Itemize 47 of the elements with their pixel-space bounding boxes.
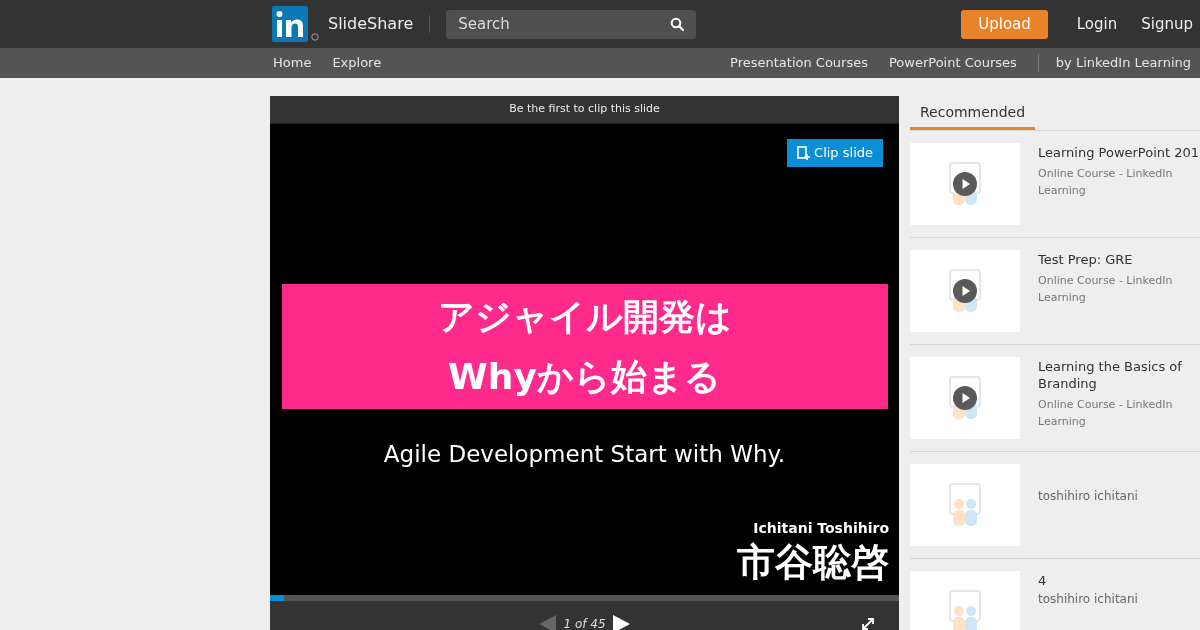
- recommendation-item[interactable]: toshihiro ichitani: [910, 452, 1200, 559]
- item-subtitle: Online Course - LinkedIn Learning: [1038, 166, 1174, 199]
- recommendation-item[interactable]: Learning the Basics of Branding Online Course - LinkedIn Learning: [910, 345, 1200, 452]
- slide-title: アジャイル開発は: [437, 294, 732, 339]
- progress-track[interactable]: [270, 595, 899, 601]
- next-icon[interactable]: [611, 615, 630, 630]
- thumbnail[interactable]: [910, 143, 1020, 225]
- slide-subtitle: Agile Development Start with Why.: [383, 440, 786, 469]
- item-title[interactable]: Learning PowerPoint 201: [1038, 144, 1200, 161]
- brand-name[interactable]: SlideShare: [328, 12, 414, 36]
- play-icon[interactable]: [953, 386, 977, 410]
- slide-counter: 1 of 45: [563, 616, 606, 630]
- nav-link[interactable]: Home: [273, 53, 312, 73]
- author-name: 市谷聡啓: [737, 539, 889, 585]
- clip-banner-text: Be the first to clip this slide: [509, 101, 660, 118]
- clip-icon: [797, 146, 811, 160]
- search-field[interactable]: Search: [446, 9, 697, 39]
- nav-link[interactable]: Explore: [332, 53, 382, 73]
- item-subtitle: toshihiro ichitani: [1038, 591, 1139, 608]
- recommendation-item[interactable]: Learning PowerPoint 201 Online Course - LinkedIn Learning: [910, 131, 1200, 238]
- item-subtitle: Online Course - LinkedIn Learning: [1038, 397, 1174, 430]
- item-title[interactable]: Test Prep: GRE: [1038, 251, 1200, 268]
- slide-title: Whyから始まる: [448, 354, 721, 399]
- signup-link[interactable]: Signup: [1141, 12, 1193, 36]
- thumbnail[interactable]: [910, 250, 1020, 332]
- clip-slide-button[interactable]: Clip slide: [787, 139, 883, 167]
- nav-link[interactable]: Presentation Courses: [730, 53, 868, 73]
- search-input[interactable]: Search: [458, 12, 659, 36]
- item-subtitle: toshihiro ichitani: [1038, 488, 1139, 505]
- login-link[interactable]: Login: [1076, 12, 1118, 36]
- recommended-tab[interactable]: Recommended: [910, 96, 1036, 130]
- nav-link[interactable]: by LinkedIn Learning: [1055, 53, 1191, 73]
- play-icon[interactable]: [953, 172, 977, 196]
- play-icon[interactable]: [953, 279, 977, 303]
- item-title[interactable]: Learning the Basics of Branding: [1038, 358, 1200, 392]
- logo-icon[interactable]: [272, 6, 320, 42]
- nav-link[interactable]: PowerPoint Courses: [889, 53, 1017, 73]
- fullscreen-icon[interactable]: [861, 617, 875, 630]
- thumbnail[interactable]: [910, 464, 1020, 546]
- thumbnail[interactable]: [910, 571, 1020, 630]
- search-icon[interactable]: [670, 17, 685, 31]
- recommendation-item[interactable]: Test Prep: GRE Online Course - LinkedIn Learning: [910, 238, 1200, 345]
- item-title[interactable]: 4: [1038, 572, 1200, 589]
- item-subtitle: Online Course - LinkedIn Learning: [1038, 273, 1174, 306]
- thumbnail[interactable]: [910, 357, 1020, 439]
- recommendation-item[interactable]: 4 toshihiro ichitani: [910, 559, 1200, 630]
- author-name: Ichitani Toshihiro: [753, 519, 889, 538]
